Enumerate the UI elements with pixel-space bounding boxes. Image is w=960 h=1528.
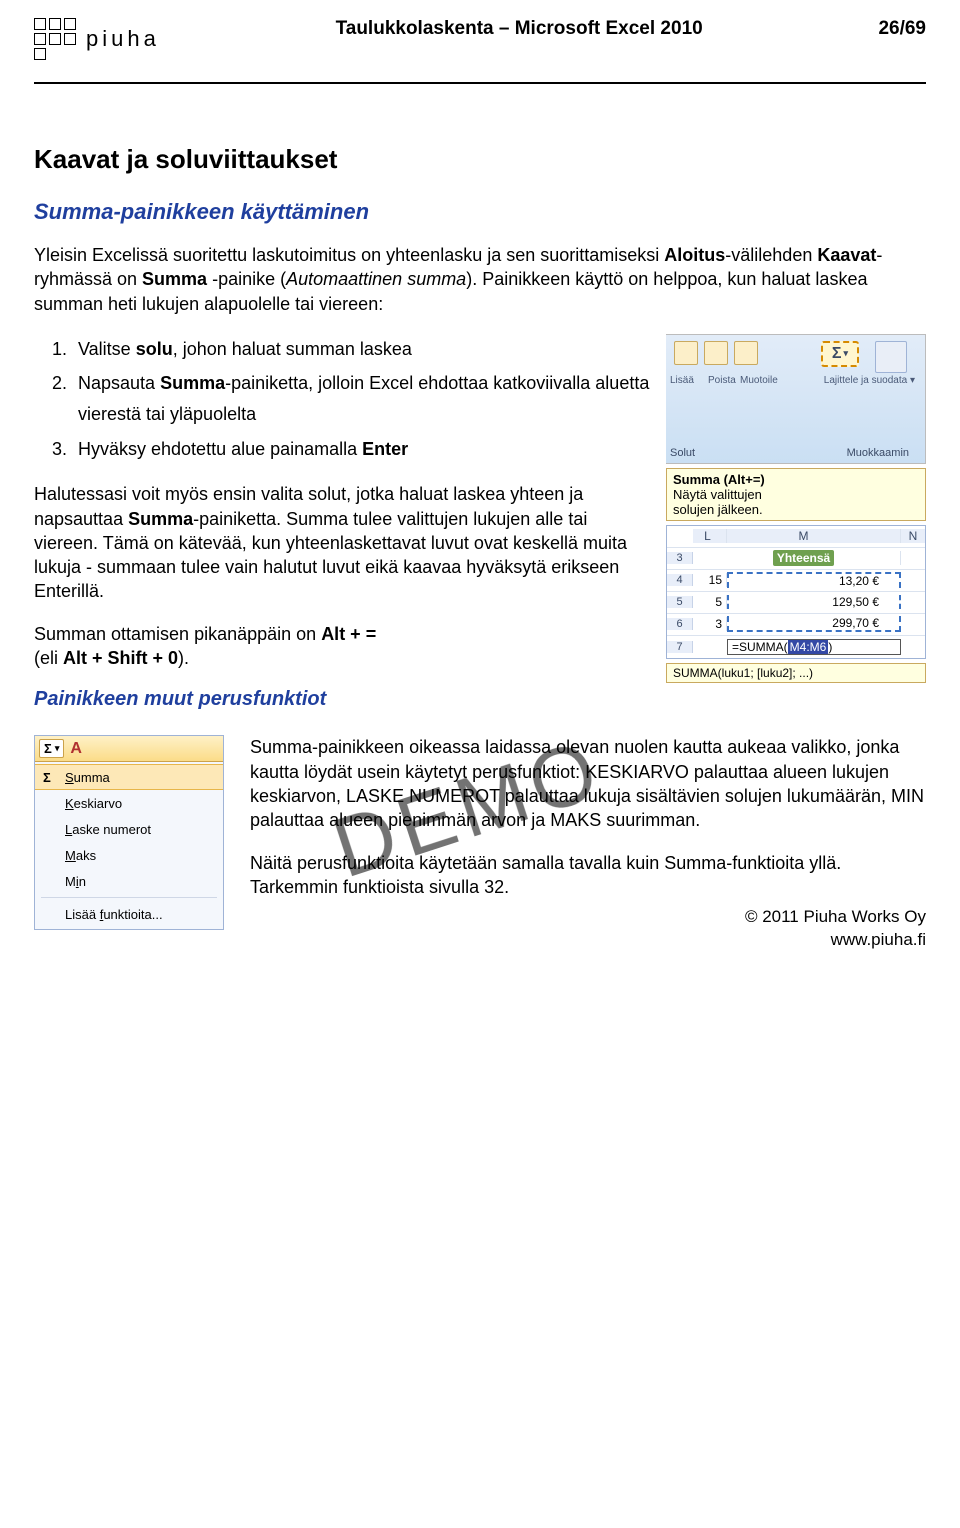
- menu-body: Σ Summa Keskiarvo Laske numerot Maks Min…: [35, 762, 223, 929]
- shortcut-paragraph: Summan ottamisen pikanäppäin on Alt + = …: [34, 622, 656, 671]
- page-footer: © 2011 Piuha Works Oy www.piuha.fi: [745, 906, 926, 952]
- intro-paragraph: Yleisin Excelissä suoritettu laskutoimit…: [34, 243, 926, 316]
- ribbon-group-editing: Muokkaamin: [847, 447, 909, 459]
- right-column: Σ Lisää Poista Muotoile Lajittele ja suo…: [666, 334, 926, 727]
- lower-paragraph-1: Summa-painikkeen oikeassa laidassa oleva…: [250, 735, 926, 832]
- logo: piuha: [34, 18, 160, 60]
- worksheet-screenshot: L M N 3 Yhteensä 4 15 13,20 €: [666, 525, 926, 659]
- insert-icon: [674, 341, 698, 365]
- menu-item-more-functions: Lisää funktioita...: [35, 901, 223, 927]
- logo-squares-icon: [34, 18, 76, 60]
- ribbon-label-sortfilter: Lajittele ja suodata ▾: [824, 375, 915, 386]
- yhteensa-label: Yhteensä: [773, 550, 834, 566]
- format-icon: [734, 341, 758, 365]
- page-header: piuha Taulukkolaskenta – Microsoft Excel…: [34, 18, 926, 66]
- formula-hint: SUMMA(luku1; [luku2]; ...): [666, 663, 926, 683]
- col-header-N: N: [901, 529, 925, 543]
- sum-dropdown-menu: Σ A Σ Summa Keskiarvo Laske numerot Maks…: [34, 735, 224, 930]
- two-column-section: Valitse solu, johon haluat summan laskea…: [34, 334, 926, 727]
- website: www.piuha.fi: [745, 929, 926, 952]
- sigma-sum-icon: Σ: [821, 341, 859, 367]
- lower-text-column: Summa-painikkeen oikeassa laidassa oleva…: [250, 735, 926, 930]
- ribbon-group-cells: Solut: [670, 447, 695, 459]
- steps-list: Valitse solu, johon haluat summan laskea…: [72, 334, 656, 464]
- page-number: 26/69: [878, 18, 926, 40]
- heading-2: Summa-painikkeen käyttäminen: [34, 199, 926, 225]
- ribbon-label-delete: Poista: [708, 375, 736, 386]
- content: Kaavat ja soluviittaukset Summa-painikke…: [34, 84, 926, 930]
- sheet-formula-row: 7 =SUMMA(M4:M6): [667, 636, 925, 658]
- sigma-icon: Σ: [39, 739, 64, 758]
- menu-item-laske-numerot: Laske numerot: [35, 816, 223, 842]
- sheet-row: 4 15 13,20 €: [667, 570, 925, 592]
- step-1: Valitse solu, johon haluat summan laskea: [72, 334, 656, 365]
- lower-paragraph-2: Näitä perusfunktioita käytetään samalla …: [250, 851, 926, 900]
- menu-item-min: Min: [35, 868, 223, 894]
- sort-filter-icon: [875, 341, 907, 373]
- menu-separator: [41, 897, 217, 898]
- sheet-row: 6 3 299,70 €: [667, 614, 925, 636]
- menu-screenshot-column: Σ A Σ Summa Keskiarvo Laske numerot Maks…: [34, 735, 224, 930]
- delete-icon: [704, 341, 728, 365]
- menu-item-maks: Maks: [35, 842, 223, 868]
- cell-m4: 13,20 €: [727, 572, 901, 588]
- lower-section: Σ A Σ Summa Keskiarvo Laske numerot Maks…: [34, 735, 926, 930]
- step-3: Hyväksy ehdotettu alue painamalla Enter: [72, 434, 656, 465]
- page: piuha Taulukkolaskenta – Microsoft Excel…: [0, 0, 960, 970]
- tooltip-title: Summa (Alt+=): [673, 472, 919, 487]
- menu-item-summa: Σ Summa: [35, 764, 223, 790]
- tooltip-line: solujen jälkeen.: [673, 502, 919, 517]
- sheet-header-row: L M N: [667, 526, 925, 548]
- ribbon-label-insert: Lisää: [670, 375, 694, 386]
- step-2: Napsauta Summa-painiketta, jolloin Excel…: [72, 368, 656, 429]
- heading-1: Kaavat ja soluviittaukset: [34, 144, 926, 175]
- tooltip-line: Näytä valittujen: [673, 487, 919, 502]
- menu-top-bar: Σ A: [35, 736, 223, 762]
- sheet-row: 5 5 129,50 €: [667, 592, 925, 614]
- col-header-L: L: [693, 529, 727, 543]
- ribbon-label-format: Muotoile: [740, 375, 778, 386]
- col-header-M: M: [727, 529, 901, 543]
- font-color-icon: A: [70, 740, 82, 758]
- copyright: © 2011 Piuha Works Oy: [745, 906, 926, 929]
- heading-3: Painikkeen muut perusfunktiot: [34, 688, 656, 711]
- sigma-icon: Σ: [43, 770, 51, 785]
- formula-cell: =SUMMA(M4:M6): [727, 639, 901, 655]
- sheet-row: 3 Yhteensä: [667, 548, 925, 570]
- menu-item-keskiarvo: Keskiarvo: [35, 790, 223, 816]
- left-column: Valitse solu, johon haluat summan laskea…: [34, 334, 656, 727]
- cell-m6: 299,70 €: [727, 616, 901, 632]
- select-first-paragraph: Halutessasi voit myös ensin valita solut…: [34, 482, 656, 603]
- logo-text: piuha: [86, 26, 160, 52]
- document-title: Taulukkolaskenta – Microsoft Excel 2010: [160, 18, 879, 40]
- cell-m5: 129,50 €: [727, 595, 901, 609]
- tooltip-box: Summa (Alt+=) Näytä valittujen solujen j…: [666, 468, 926, 521]
- ribbon-screenshot: Σ Lisää Poista Muotoile Lajittele ja suo…: [666, 334, 926, 464]
